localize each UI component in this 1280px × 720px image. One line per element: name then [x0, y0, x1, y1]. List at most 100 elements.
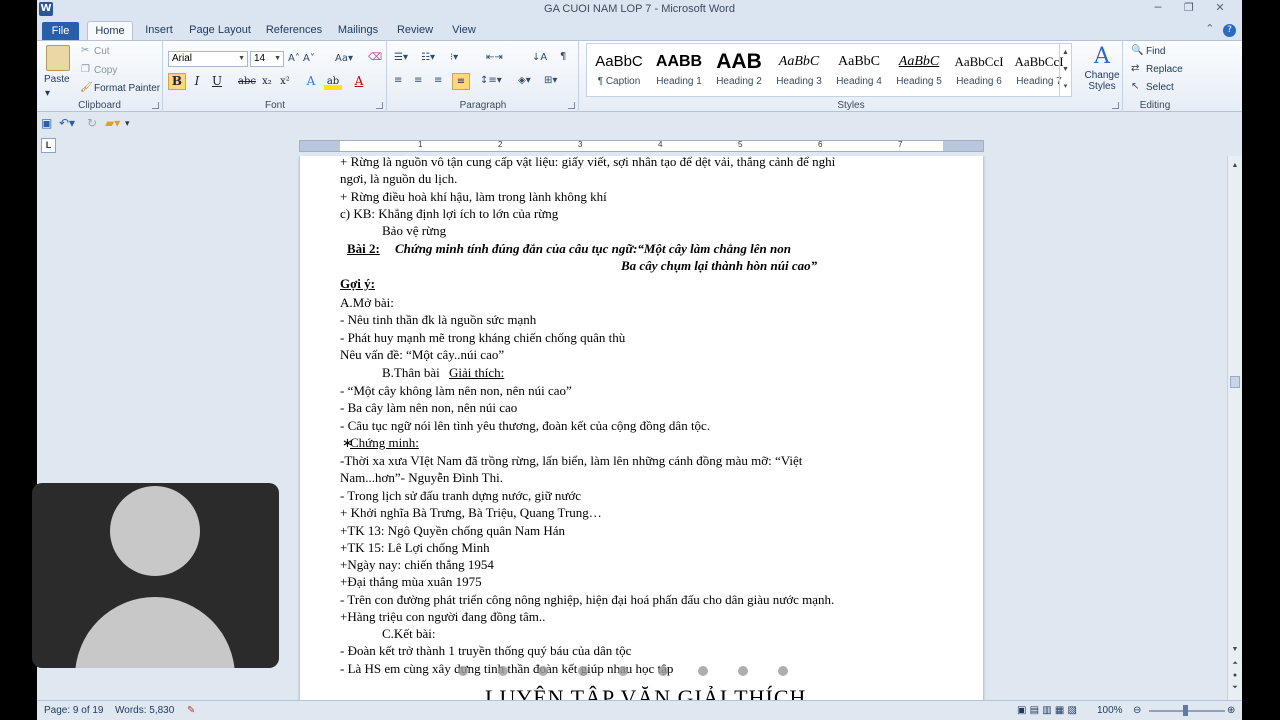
cut-button[interactable]: Cut [94, 46, 110, 57]
multilevel-list-icon[interactable]: ⁝▾ [450, 52, 458, 63]
tab-page-layout[interactable]: Page Layout [189, 23, 251, 40]
tab-references[interactable]: References [265, 23, 323, 40]
minimize-ribbon-icon[interactable]: ⌃ [1205, 22, 1214, 35]
browse-object-icon[interactable]: ● [1228, 672, 1242, 679]
italic-button[interactable]: I [188, 73, 206, 90]
styles-launcher-icon[interactable] [1112, 102, 1119, 109]
zoom-in-icon[interactable]: ⊕ [1227, 705, 1235, 716]
font-name-combo[interactable]: Arial ▼ [168, 51, 248, 67]
zoom-slider[interactable] [1149, 705, 1225, 716]
tab-review[interactable]: Review [395, 23, 435, 40]
find-icon: 🔍 [1131, 45, 1144, 56]
tab-view[interactable]: View [449, 23, 479, 40]
proofing-icon[interactable]: ✎ [187, 705, 195, 716]
style-heading-5[interactable]: AaBbC Heading 5 [889, 48, 949, 94]
help-icon[interactable]: ? [1223, 24, 1236, 37]
bullets-icon[interactable]: ☰▾ [394, 52, 408, 63]
justify-icon[interactable]: ≡ [452, 73, 470, 90]
view-buttons-icon[interactable]: ▣ ▤ ▥ ▦ ▧ [1017, 705, 1077, 716]
paste-button[interactable]: Paste [44, 74, 70, 85]
save-icon[interactable]: ▣ [41, 116, 52, 130]
select-icon: ↖ [1131, 81, 1140, 92]
line-spacing-icon[interactable]: ↕≡▾ [480, 75, 502, 86]
find-button[interactable]: Find [1146, 46, 1165, 57]
indent-icon[interactable]: ⇤⇥ [486, 52, 503, 63]
font-size-combo[interactable]: 14 ▼ [250, 51, 284, 67]
clipboard-launcher-icon[interactable] [152, 102, 159, 109]
next-page-icon[interactable]: ⏷ [1228, 684, 1242, 692]
tab-home[interactable]: Home [87, 21, 133, 41]
tab-mailings[interactable]: Mailings [335, 23, 381, 40]
replace-button[interactable]: Replace [1146, 64, 1183, 75]
restore-button[interactable]: ❐ [1175, 1, 1203, 14]
paragraph-launcher-icon[interactable] [568, 102, 575, 109]
strikethrough-button[interactable]: abc [238, 73, 256, 90]
scroll-down-icon[interactable]: ▼ [1228, 646, 1242, 653]
superscript-button[interactable]: x² [276, 73, 294, 90]
borders-icon[interactable]: ⊞▾ [544, 75, 557, 86]
align-right-icon[interactable]: ≡ [434, 75, 442, 86]
minimize-button[interactable]: ─ [1144, 1, 1172, 14]
font-launcher-icon[interactable] [376, 102, 383, 109]
style-heading-3[interactable]: AaBbC Heading 3 [769, 48, 829, 94]
format-painter-button[interactable]: Format Painter [94, 83, 160, 94]
copy-icon: ❐ [81, 64, 90, 75]
highlight-icon[interactable]: ab [324, 73, 342, 90]
document-page[interactable]: + Rừng là nguồn vô tận cung cấp vật liệu… [300, 156, 983, 700]
style-heading-2[interactable]: AAB Heading 2 [709, 48, 769, 94]
ruler-bar: L 1 2 3 4 5 6 7 [37, 136, 1242, 156]
customize-qat-icon[interactable]: ▾ [125, 119, 130, 129]
style-name: Heading 1 [656, 76, 702, 87]
doc-line: +Đại thắng mùa xuân 1975 [340, 574, 482, 589]
gallery-scroll-icon[interactable]: ▲ ▼ ▾ [1059, 44, 1071, 96]
word-count[interactable]: Words: 5,830 [115, 705, 174, 716]
prev-page-icon[interactable]: ⏶ [1228, 660, 1242, 668]
align-center-icon[interactable]: ≡ [414, 75, 422, 86]
text-effects-icon[interactable]: A [302, 73, 320, 90]
doc-line: - “Một cây không làm nên non, nên núi ca… [340, 383, 572, 398]
page-count[interactable]: Page: 9 of 19 [44, 705, 104, 716]
tab-insert[interactable]: Insert [141, 23, 177, 40]
undo-icon[interactable]: ↶▾ [59, 116, 75, 130]
ruler-number: 1 [418, 140, 423, 149]
horizontal-ruler[interactable]: 1 2 3 4 5 6 7 [299, 140, 984, 152]
zoom-level[interactable]: 100% [1097, 705, 1123, 716]
zoom-slider-knob[interactable] [1183, 705, 1188, 716]
style-heading-6[interactable]: AaBbCcI Heading 6 [949, 48, 1009, 94]
bold-button[interactable]: B [168, 73, 186, 90]
font-color-icon[interactable]: A [350, 73, 368, 90]
redo-icon[interactable]: ↻ [87, 116, 97, 130]
underline-button[interactable]: U [208, 73, 226, 90]
tab-selector-icon[interactable]: L [41, 138, 56, 153]
numbering-icon[interactable]: ☷▾ [421, 52, 435, 63]
style-name: Heading 4 [836, 76, 882, 87]
open-folder-icon[interactable]: ▰▾ [105, 116, 120, 130]
show-marks-icon[interactable]: ¶ [560, 51, 566, 62]
loading-dots [458, 664, 818, 680]
style-caption[interactable]: AaBbC ¶ Caption [589, 48, 649, 94]
subscript-button[interactable]: x₂ [258, 73, 276, 90]
sort-icon[interactable]: ↓A [532, 52, 547, 63]
change-case-icon[interactable]: Aa▾ [335, 53, 353, 64]
style-heading-4[interactable]: AaBbC Heading 4 [829, 48, 889, 94]
doc-line: +TK 13: Ngô Quyền chống quân Nam Hán [340, 523, 566, 538]
doc-line: - Trên con đường phát triển công nông ng… [340, 592, 835, 607]
style-heading-1[interactable]: AABB Heading 1 [649, 48, 709, 94]
paste-icon[interactable] [46, 45, 70, 71]
tab-file[interactable]: File [42, 22, 79, 40]
paste-dropdown-icon[interactable]: ▾ [45, 88, 50, 99]
copy-button[interactable]: Copy [94, 65, 117, 76]
grow-font-icon[interactable]: A˄ A˅ [288, 53, 315, 64]
select-button[interactable]: Select [1146, 82, 1174, 93]
zoom-out-icon[interactable]: ⊖ [1133, 705, 1141, 716]
scroll-thumb[interactable] [1230, 376, 1240, 388]
clear-formatting-icon[interactable]: ⌫ [368, 52, 382, 63]
align-left-icon[interactable]: ≡ [394, 75, 402, 86]
style-preview: AaBbC [595, 53, 643, 70]
close-button[interactable]: ✕ [1206, 1, 1234, 14]
shading-icon[interactable]: ◈▾ [518, 75, 531, 86]
doc-line: - Ba cây làm nên non, nên núi cao [340, 400, 518, 415]
change-styles-button[interactable]: A Change Styles [1084, 44, 1120, 98]
vertical-scrollbar[interactable]: ▲ ▼ ⏶ ● ⏷ [1227, 156, 1242, 700]
scroll-up-icon[interactable]: ▲ [1228, 162, 1242, 169]
